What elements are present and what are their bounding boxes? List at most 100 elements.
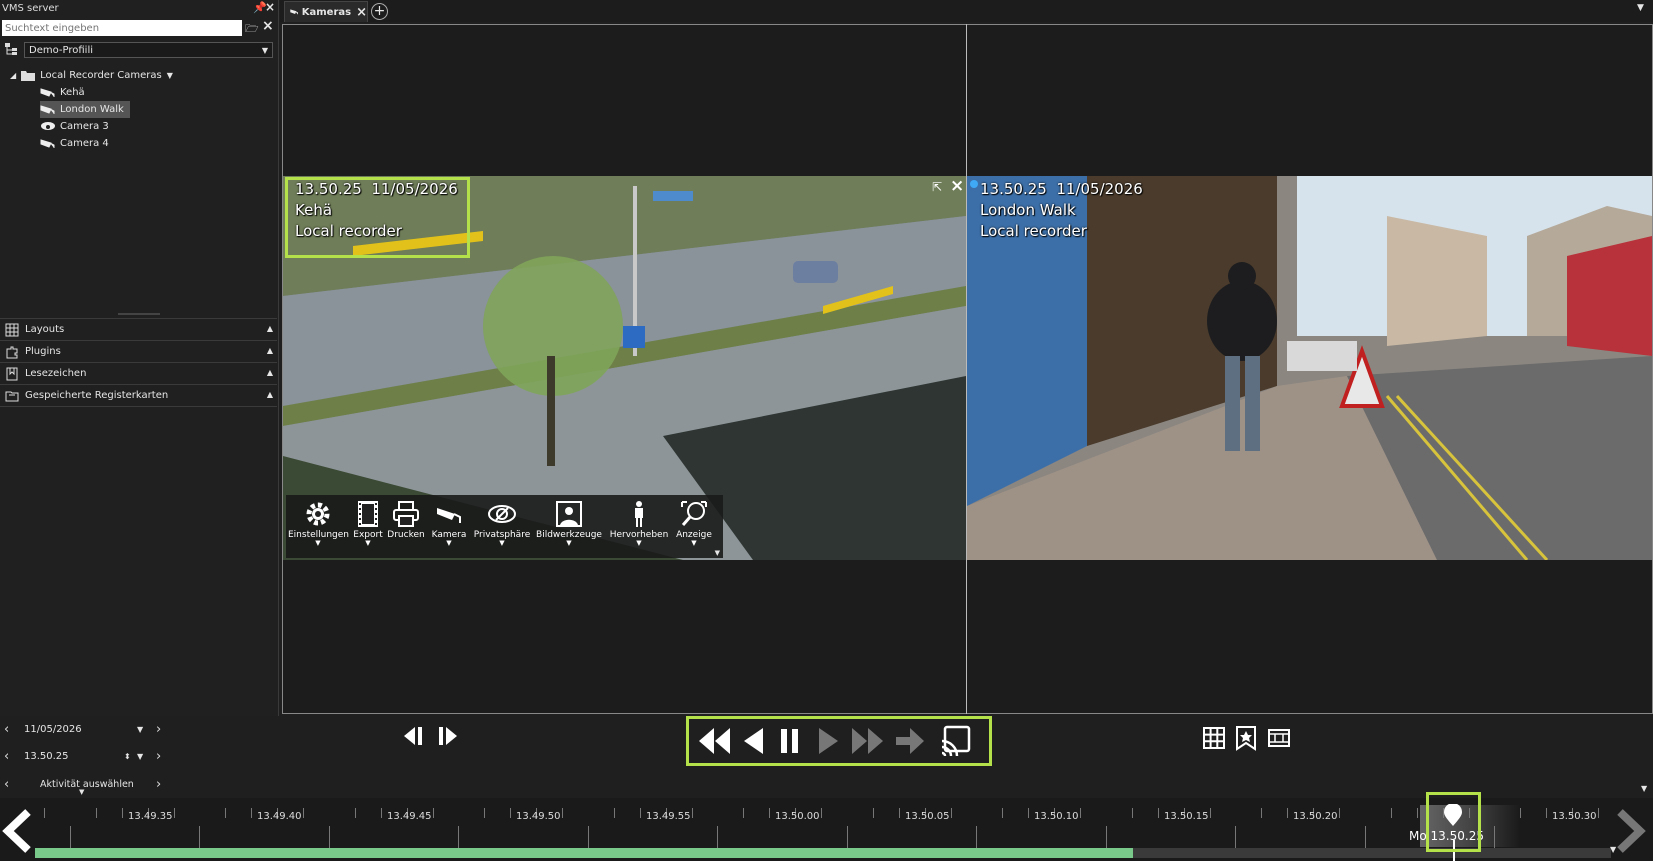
chevron-left-icon[interactable]: ‹ — [4, 722, 9, 737]
overlay-source: Local recorder — [980, 222, 1087, 240]
search-folder-icon[interactable]: 🗁 — [245, 20, 259, 39]
chevron-right-icon[interactable]: › — [156, 722, 161, 737]
chevron-down-icon[interactable]: ▼ — [79, 788, 84, 796]
time-spinner-icon[interactable]: ⬍ — [124, 752, 131, 761]
timeline-tick — [44, 808, 45, 818]
expand-icon[interactable]: ◢ — [10, 67, 16, 84]
timeline-prev-icon[interactable] — [0, 808, 36, 854]
chevron-down-icon[interactable]: ▼ — [167, 67, 173, 84]
camera-icon — [40, 87, 55, 97]
search-input[interactable] — [2, 20, 242, 36]
activity-label: Aktivität auswählen — [40, 778, 134, 790]
privacy-eye-icon — [488, 505, 516, 523]
chevron-down-icon: ▼ — [261, 46, 268, 55]
toolbar-export-button[interactable]: Export ▼ — [352, 500, 384, 547]
toolbar-print-button[interactable]: Drucken — [386, 500, 426, 540]
timeline-label: 13.50.10 — [1034, 811, 1079, 822]
camera-label: Kehä — [60, 87, 85, 98]
timeline-tick — [1131, 808, 1133, 818]
step-back-frame-icon[interactable] — [402, 725, 428, 747]
dropdown-caret-icon: ▼ — [365, 539, 371, 547]
tab-kameras[interactable]: Kameras × — [284, 1, 368, 22]
bookmark-star-icon[interactable] — [1235, 725, 1257, 751]
chevron-down-icon[interactable]: ▼ — [137, 752, 143, 761]
section-plugins[interactable]: Plugins ▲ — [0, 340, 277, 363]
chevron-left-icon[interactable]: ‹ — [4, 749, 9, 764]
pause-icon[interactable] — [777, 725, 803, 757]
no-recording-bar — [1133, 848, 1611, 858]
time-value: 13.50.25 — [24, 750, 69, 762]
popout-icon[interactable]: ⇱ — [932, 180, 942, 194]
zoom-display-icon — [681, 501, 707, 526]
time-selector[interactable]: ‹ 13.50.25 ⬍ ▼ › — [0, 746, 170, 766]
recording-bar — [35, 848, 1133, 858]
section-layouts[interactable]: Layouts ▲ — [0, 318, 277, 341]
close-tab-icon[interactable]: × — [356, 5, 367, 20]
folder-icon — [21, 71, 36, 81]
play-icon[interactable] — [815, 725, 841, 757]
step-forward-frame-icon[interactable] — [433, 725, 459, 747]
close-icon[interactable]: × — [265, 0, 275, 14]
section-label: Plugins — [25, 346, 61, 357]
timeline-label: 13.49.50 — [516, 811, 561, 822]
close-view-icon[interactable]: × — [950, 176, 964, 196]
profile-value: Demo-Profiili — [29, 45, 94, 56]
timeline-tick — [1339, 808, 1340, 818]
activity-selector[interactable]: ‹ Aktivität auswählen ▼ › — [0, 774, 170, 797]
chevron-down-icon[interactable]: ▼ — [1610, 845, 1616, 854]
fast-rewind-icon[interactable] — [697, 725, 733, 757]
tab-bar — [280, 0, 1653, 22]
timeline-tick — [1364, 826, 1366, 848]
toolbar-display-button[interactable]: Anzeige ▼ — [672, 500, 716, 547]
toolbar-image-tools-button[interactable]: Bildwerkzeuge ▼ — [534, 500, 604, 547]
chevron-right-icon[interactable]: › — [156, 749, 161, 764]
timeline-next-icon[interactable] — [1612, 808, 1648, 854]
clear-search-icon[interactable]: × — [262, 18, 274, 34]
tree-camera-item-selected[interactable]: London Walk — [40, 101, 130, 118]
toolbar-label: Drucken — [387, 530, 425, 540]
tree-camera-item[interactable]: Camera 3 — [40, 118, 109, 135]
play-reverse-icon[interactable] — [741, 725, 767, 757]
timeline-tick — [1494, 826, 1496, 848]
chevron-left-icon[interactable]: ‹ — [4, 777, 9, 792]
timeline-tick — [1105, 826, 1107, 848]
tab-menu-icon[interactable]: ▼ — [1637, 3, 1644, 13]
toolbar-settings-button[interactable]: Einstellungen ▼ — [288, 500, 349, 547]
add-tab-button[interactable]: + — [371, 3, 388, 20]
tree-camera-item[interactable]: Kehä — [40, 84, 85, 101]
tree-camera-item[interactable]: Camera 4 — [40, 135, 109, 152]
timeline-tick — [1261, 808, 1263, 818]
date-selector[interactable]: ‹ 11/05/2026 ▼ › — [0, 719, 170, 739]
toolbar-more-icon[interactable]: ▼ — [715, 549, 720, 557]
section-label: Lesezeichen — [25, 368, 87, 379]
tree-view-icon[interactable] — [4, 42, 18, 56]
toolbar-camera-button[interactable]: Kamera ▼ — [428, 500, 470, 547]
chevron-right-icon[interactable]: › — [156, 777, 161, 792]
grid-layout-icon[interactable] — [1203, 727, 1225, 749]
profile-dropdown[interactable]: Demo-Profiili ▼ — [24, 42, 273, 58]
timeline-label: 13.49.40 — [257, 811, 302, 822]
section-saved-tabs[interactable]: Gespeicherte Registerkarten ▲ — [0, 384, 277, 407]
date-value: 11/05/2026 — [24, 723, 82, 735]
toolbar-highlight-button[interactable]: Hervorheben ▼ — [608, 500, 670, 547]
timeline-tick — [510, 808, 512, 818]
grid-icon — [5, 323, 19, 336]
go-to-live-icon[interactable] — [894, 725, 926, 757]
panel-splitter[interactable] — [118, 313, 160, 315]
camera-view-london-walk[interactable]: 13.50.25 11/05/2026 London Walk Local re… — [967, 176, 1652, 560]
tree-root-folder[interactable]: ◢ Local Recorder Cameras ▼ — [10, 67, 173, 84]
filmstrip-icon[interactable] — [1267, 728, 1291, 748]
timeline-tick — [562, 808, 563, 818]
live-cast-icon[interactable] — [939, 723, 973, 757]
timeline-tick — [1028, 808, 1030, 818]
toolbar-privacy-button[interactable]: Privatsphäre ▼ — [472, 500, 532, 547]
chevron-down-icon[interactable]: ▼ — [137, 725, 143, 734]
overlay-camera-name: London Walk — [980, 201, 1076, 219]
section-bookmarks[interactable]: Lesezeichen ▲ — [0, 362, 277, 385]
timeline-label: 13.50.15 — [1164, 811, 1209, 822]
panel-title: VMS server — [2, 3, 59, 14]
timeline-menu-icon[interactable]: ▼ — [1641, 784, 1647, 793]
fast-forward-icon[interactable] — [849, 725, 885, 757]
timeline-label: 13.50.00 — [775, 811, 820, 822]
status-dot — [970, 180, 978, 188]
